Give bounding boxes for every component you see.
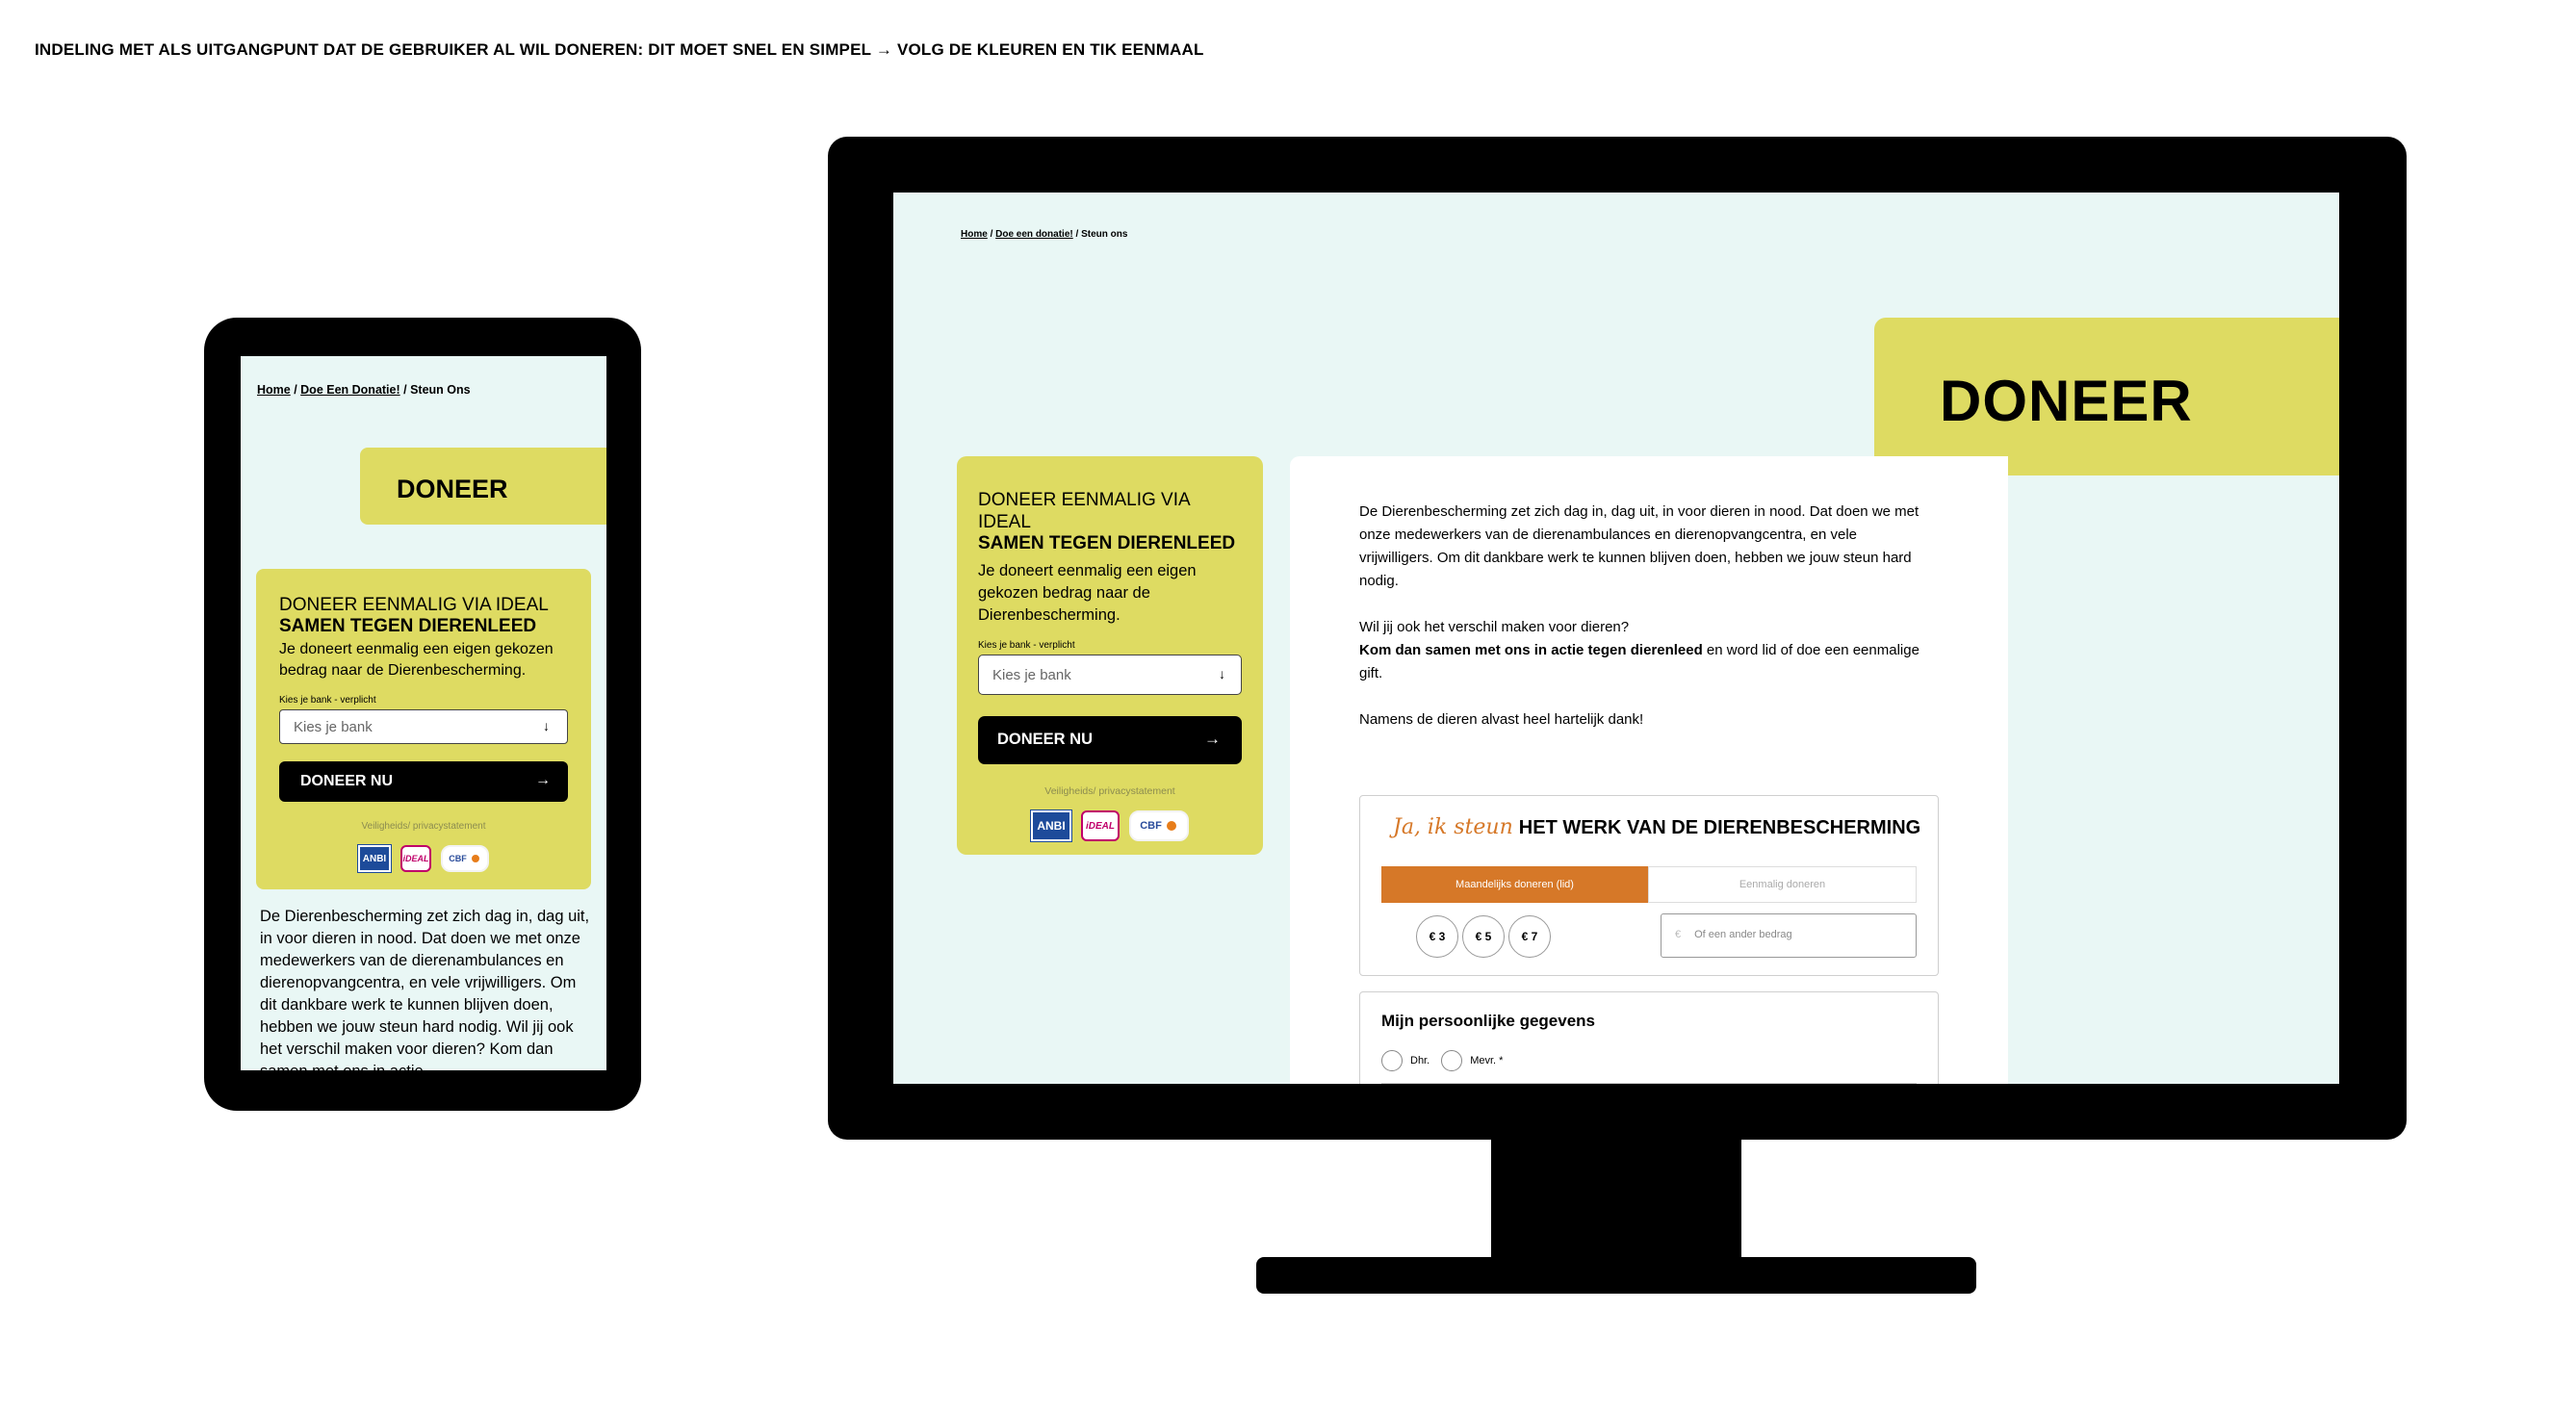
monitor-stand xyxy=(1256,1257,1976,1294)
card-text: Je doneert eenmalig een eigen gekozen be… xyxy=(978,562,1197,624)
monitor-neck xyxy=(1491,1140,1741,1259)
arrow-right-icon: → xyxy=(535,772,551,788)
tab-once[interactable]: Eenmalig doneren xyxy=(1648,866,1917,903)
cbf-badge-icon xyxy=(1164,819,1178,833)
arrow-down-icon: ↓ xyxy=(543,718,550,733)
intro-text: De Dierenbescherming zet zich dag in, da… xyxy=(260,908,590,1070)
intro-text: De Dierenbescherming zet zich dag in, da… xyxy=(1359,501,1927,732)
amount-option[interactable]: € 5 xyxy=(1462,915,1505,958)
arrow-right-icon: → xyxy=(1204,730,1221,748)
ideal-logo: iDEAL xyxy=(400,845,431,872)
breadcrumb-separator: / xyxy=(1072,229,1082,240)
tab-monthly[interactable]: Maandelijks doneren (lid) xyxy=(1381,866,1648,903)
bank-select[interactable]: Kies je bank ↓ xyxy=(279,709,568,744)
breadcrumb-donate-link[interactable]: Doe een donatie! xyxy=(995,229,1073,240)
breadcrumb-donate-link[interactable]: Doe Een Donatie! xyxy=(300,383,400,397)
cbf-logo: CBF xyxy=(441,845,489,872)
breadcrumb-home-link[interactable]: Home xyxy=(257,383,291,397)
donation-form: Ja, ik steun HET WERK VAN DE DIERENBESCHE… xyxy=(1359,795,1939,976)
cbf-logo: CBF xyxy=(1129,810,1189,841)
amount-option[interactable]: € 7 xyxy=(1508,915,1551,958)
intro-question: Wil jij ook het verschil maken voor dier… xyxy=(1359,619,1630,635)
name-field[interactable] xyxy=(1381,1083,1917,1084)
doneer-nu-label: DONEER NU xyxy=(300,773,394,789)
bank-select-placeholder: Kies je bank xyxy=(992,667,1071,683)
radio-label: Dhr. xyxy=(1410,1055,1430,1066)
radio-mevr[interactable]: Mevr. * xyxy=(1441,1050,1503,1071)
card-text: Je doneert eenmalig een eigen gekozen be… xyxy=(279,641,554,679)
other-amount-input[interactable]: € Of een ander bedrag xyxy=(1661,913,1917,958)
ideal-logo: iDEAL xyxy=(1081,810,1120,841)
card-heading: DONEER EENMALIG VIA IDEAL xyxy=(279,595,549,615)
form-heading-script: Ja, ik steun xyxy=(1393,815,1513,839)
privacy-link[interactable]: Veiligheids/ privacystatement xyxy=(978,785,1242,797)
bank-label: Kies je bank - verplicht xyxy=(978,640,1075,651)
doneer-title: DONEER xyxy=(397,475,508,503)
form-heading-bold: HET WERK VAN DE DIERENBESCHERMING xyxy=(1518,817,1921,838)
card-heading: DONEER EENMALIG VIA IDEAL xyxy=(978,490,1190,532)
euro-icon: € xyxy=(1675,929,1682,940)
amount-options: € 3 € 5 € 7 xyxy=(1416,915,1551,958)
donation-type-tabs: Maandelijks doneren (lid) Eenmalig doner… xyxy=(1381,866,1917,903)
form-heading: Ja, ik steun HET WERK VAN DE DIERENBESCHE… xyxy=(1393,815,1920,839)
doneer-nu-label: DONEER NU xyxy=(997,731,1094,748)
breadcrumb-separator: / xyxy=(290,383,301,397)
card-subheading: SAMEN TEGEN DIERENLEED xyxy=(978,533,1236,553)
main-content: De Dierenbescherming zet zich dag in, da… xyxy=(1290,456,2008,1084)
other-amount-placeholder: Of een ander bedrag xyxy=(1694,929,1792,940)
bank-select-placeholder: Kies je bank xyxy=(294,719,373,735)
amount-option[interactable]: € 3 xyxy=(1416,915,1458,958)
desktop-screen: Home / Doe een donatie! / Steun ons DONE… xyxy=(893,193,2339,1084)
doneer-tag: DONEER xyxy=(360,448,606,525)
personal-details-title: Mijn persoonlijke gegevens xyxy=(1381,1012,1596,1030)
intro-paragraph: De Dierenbescherming zet zich dag in, da… xyxy=(1359,503,1919,589)
doneer-nu-button[interactable]: DONEER NU → xyxy=(279,761,568,802)
intro-paragraph: Wil jij ook het verschil maken voor dier… xyxy=(1359,616,1927,685)
doneer-tag: DONEER xyxy=(1874,318,2339,475)
breadcrumb: Home / Doe een donatie! / Steun ons xyxy=(961,229,1127,240)
radio-circle-icon[interactable] xyxy=(1381,1050,1403,1071)
breadcrumb-separator: / xyxy=(987,229,996,240)
radio-dhr[interactable]: Dhr. xyxy=(1381,1050,1430,1071)
privacy-link[interactable]: Veiligheids/ privacystatement xyxy=(279,821,568,832)
bank-select[interactable]: Kies je bank ↓ xyxy=(978,655,1242,695)
arrow-down-icon: ↓ xyxy=(1219,666,1225,681)
personal-details-form: Mijn persoonlijke gegevens Dhr. Mevr. * xyxy=(1359,991,1939,1084)
card-subheading: SAMEN TEGEN DIERENLEED xyxy=(279,616,537,636)
cbf-text: CBF xyxy=(449,854,467,863)
tablet-frame: Home / Doe Een Donatie! / Steun Ons DONE… xyxy=(204,318,641,1111)
breadcrumb-separator: / xyxy=(399,383,411,397)
doneer-title: DONEER xyxy=(1940,369,2193,433)
breadcrumb-current: Steun Ons xyxy=(410,383,471,397)
trust-logos: ANBI iDEAL CBF xyxy=(978,809,1242,842)
anbi-logo: ANBI xyxy=(357,844,392,873)
doneer-nu-button[interactable]: DONEER NU → xyxy=(978,716,1242,764)
breadcrumb-current: Steun ons xyxy=(1081,229,1128,240)
cbf-badge-icon xyxy=(469,853,481,864)
ideal-donation-card: DONEER EENMALIG VIA IDEAL SAMEN TEGEN DI… xyxy=(256,569,591,889)
breadcrumb: Home / Doe Een Donatie! / Steun Ons xyxy=(257,383,471,397)
cbf-text: CBF xyxy=(1140,820,1162,832)
radio-label: Mevr. * xyxy=(1470,1055,1504,1066)
trust-logos: ANBI iDEAL CBF xyxy=(279,844,568,873)
monitor-frame: Home / Doe een donatie! / Steun ons DONE… xyxy=(828,137,2407,1140)
intro-thanks: Namens de dieren alvast heel hartelijk d… xyxy=(1359,711,1644,728)
intro-bold: Kom dan samen met ons in actie tegen die… xyxy=(1359,642,1703,658)
page-caption: INDELING MET ALS UITGANGPUNT DAT DE GEBR… xyxy=(35,40,1204,59)
bank-label: Kies je bank - verplicht xyxy=(279,695,376,706)
salutation-radios: Dhr. Mevr. * xyxy=(1381,1050,1503,1071)
anbi-logo: ANBI xyxy=(1030,809,1072,842)
ideal-donation-card: DONEER EENMALIG VIA IDEAL SAMEN TEGEN DI… xyxy=(957,456,1263,855)
tablet-screen: Home / Doe Een Donatie! / Steun Ons DONE… xyxy=(241,356,606,1070)
radio-circle-icon[interactable] xyxy=(1441,1050,1463,1071)
breadcrumb-home-link[interactable]: Home xyxy=(961,229,988,240)
